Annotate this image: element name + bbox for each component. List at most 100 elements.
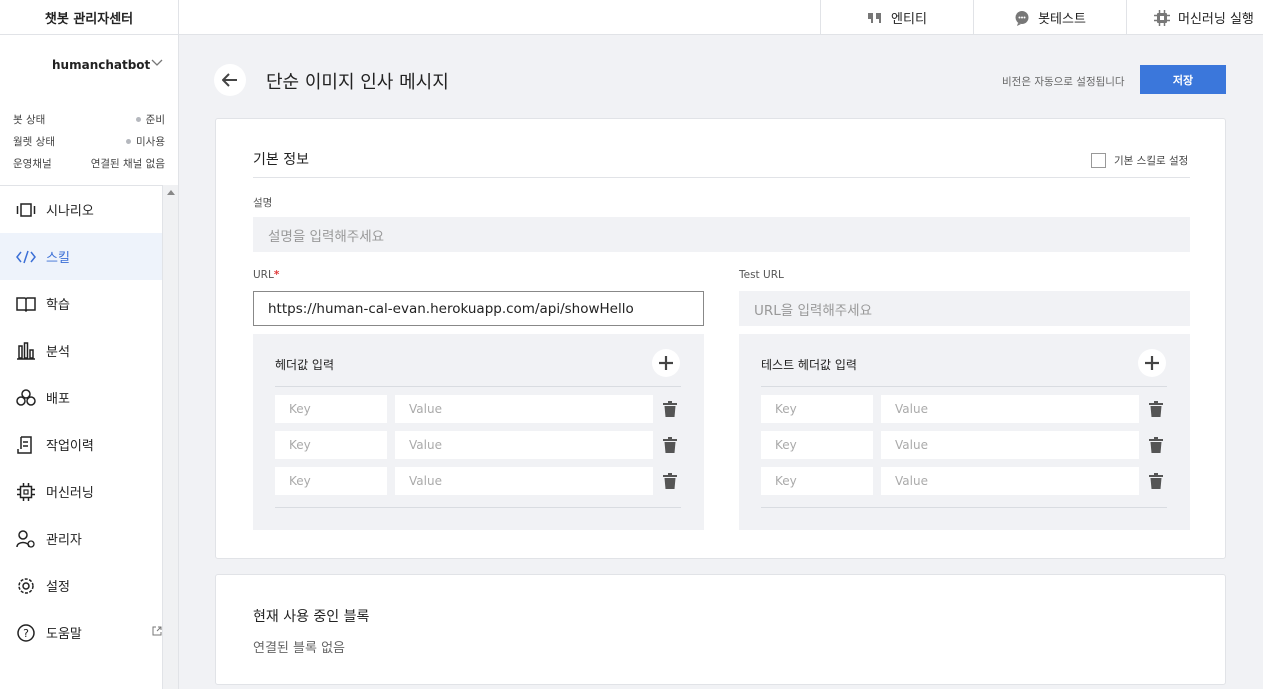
sidebar-item-label: 스킬 bbox=[46, 251, 70, 266]
sidebar-item-label: 학습 bbox=[46, 298, 70, 313]
sidebar-scrollbar[interactable] bbox=[162, 185, 178, 689]
trash-icon[interactable] bbox=[663, 401, 677, 417]
status-value: 준비 bbox=[135, 112, 165, 127]
header-values-title: 헤더값 입력 bbox=[275, 358, 335, 372]
used-blocks-title: 현재 사용 중인 블록 bbox=[253, 609, 370, 625]
test-header-value-input[interactable]: Value bbox=[881, 395, 1139, 423]
bot-name: humanchatbot bbox=[52, 58, 151, 72]
entity-button[interactable]: 엔티티 bbox=[820, 0, 973, 35]
header-row: Key Value bbox=[275, 395, 695, 423]
test-url-label: Test URL bbox=[739, 269, 784, 281]
test-header-row: Key Value bbox=[761, 395, 1181, 423]
test-header-key-input[interactable]: Key bbox=[761, 467, 873, 495]
history-icon bbox=[16, 435, 36, 455]
bot-selector[interactable]: humanchatbot bbox=[0, 35, 179, 95]
trash-icon[interactable] bbox=[1149, 473, 1163, 489]
sidebar-item-label: 설정 bbox=[46, 580, 70, 595]
used-blocks-card: 현재 사용 중인 블록 연결된 블록 없음 bbox=[215, 574, 1226, 685]
default-skill-checkbox[interactable] bbox=[1091, 153, 1106, 168]
save-button[interactable]: 저장 bbox=[1140, 65, 1226, 94]
header-value-input[interactable]: Value bbox=[395, 431, 653, 459]
bot-status-row: 봇 상태 준비 bbox=[0, 109, 179, 131]
sidebar-item-label: 시나리오 bbox=[46, 204, 94, 219]
sidebar-item-deploy[interactable]: 배포 bbox=[0, 374, 162, 421]
header-key-input[interactable]: Key bbox=[275, 467, 387, 495]
wallet-status-row: 월렛 상태 미사용 bbox=[0, 131, 179, 153]
divider bbox=[275, 386, 681, 387]
chevron-down-icon bbox=[151, 59, 163, 66]
sidebar-item-admin[interactable]: 관리자 bbox=[0, 515, 162, 562]
code-icon bbox=[16, 247, 36, 267]
sidebar-item-analysis[interactable]: 분석 bbox=[0, 327, 162, 374]
sidebar-item-learning[interactable]: 학습 bbox=[0, 280, 162, 327]
basic-info-card: 기본 정보 기본 스킬로 설정 설명 설명을 입력해주세요 URL* https… bbox=[215, 118, 1226, 559]
back-button[interactable] bbox=[214, 64, 246, 96]
sidebar-item-history[interactable]: 작업이력 bbox=[0, 421, 162, 468]
page-title: 단순 이미지 인사 메시지 bbox=[266, 72, 449, 93]
sidebar-item-skill[interactable]: 스킬 bbox=[0, 233, 162, 280]
status-dot bbox=[126, 139, 132, 144]
ml-run-button[interactable]: 머신러닝 실행 bbox=[1126, 0, 1263, 35]
test-url-input[interactable]: URL을 입력해주세요 bbox=[739, 291, 1190, 326]
section-title: 기본 정보 bbox=[253, 152, 309, 168]
sidebar-item-label: 분석 bbox=[46, 345, 70, 360]
sidebar-item-help[interactable]: ? 도움말 bbox=[0, 609, 162, 656]
divider bbox=[253, 177, 1190, 178]
header-value-input[interactable]: Value bbox=[395, 395, 653, 423]
header-row: Key Value bbox=[275, 467, 695, 495]
used-blocks-empty: 연결된 블록 없음 bbox=[253, 641, 345, 656]
bot-test-button[interactable]: 봇테스트 bbox=[973, 0, 1126, 35]
trash-icon[interactable] bbox=[1149, 401, 1163, 417]
arrow-left-icon bbox=[222, 73, 237, 87]
chip-icon bbox=[16, 482, 36, 502]
top-nav: 엔티티 봇테스트 머신러닝 실행 bbox=[820, 0, 1263, 35]
test-header-values-title: 테스트 헤더값 입력 bbox=[761, 358, 857, 372]
add-header-button[interactable] bbox=[652, 349, 680, 377]
sidebar-item-ml[interactable]: 머신러닝 bbox=[0, 468, 162, 515]
test-header-value-input[interactable]: Value bbox=[881, 431, 1139, 459]
test-header-key-input[interactable]: Key bbox=[761, 395, 873, 423]
chat-bubble-icon bbox=[1015, 10, 1029, 26]
test-header-row: Key Value bbox=[761, 431, 1181, 459]
sidebar-item-label: 관리자 bbox=[46, 533, 82, 548]
sidebar-item-label: 작업이력 bbox=[46, 439, 94, 454]
status-key: 월렛 상태 bbox=[13, 136, 55, 148]
test-header-values-box: 테스트 헤더값 입력 Key Value Key Value Key Value bbox=[739, 334, 1190, 530]
status-key: 운영채널 bbox=[13, 158, 52, 170]
test-header-key-input[interactable]: Key bbox=[761, 431, 873, 459]
entity-label: 엔티티 bbox=[891, 12, 927, 27]
quote-icon bbox=[868, 12, 882, 23]
trash-icon[interactable] bbox=[1149, 437, 1163, 453]
test-header-row: Key Value bbox=[761, 467, 1181, 495]
external-link-icon bbox=[152, 626, 162, 636]
status-key: 봇 상태 bbox=[13, 114, 46, 126]
header-value-input[interactable]: Value bbox=[395, 467, 653, 495]
add-test-header-button[interactable] bbox=[1138, 349, 1166, 377]
trash-icon[interactable] bbox=[663, 473, 677, 489]
divider bbox=[761, 386, 1167, 387]
channel-status-row: 운영채널 연결된 채널 없음 bbox=[0, 153, 179, 175]
header-key-input[interactable]: Key bbox=[275, 431, 387, 459]
sidebar-item-scenario[interactable]: 시나리오 bbox=[0, 186, 162, 233]
test-header-value-input[interactable]: Value bbox=[881, 467, 1139, 495]
default-skill-label: 기본 스킬로 설정 bbox=[1114, 155, 1189, 167]
status-value: 미사용 bbox=[126, 134, 165, 149]
bar-chart-icon bbox=[16, 341, 36, 361]
brand-title[interactable]: 챗봇 관리자센터 bbox=[0, 0, 179, 35]
sidebar-item-settings[interactable]: 설정 bbox=[0, 562, 162, 609]
scroll-up-arrow[interactable] bbox=[167, 190, 175, 195]
trash-icon[interactable] bbox=[663, 437, 677, 453]
description-input[interactable]: 설명을 입력해주세요 bbox=[253, 217, 1190, 252]
scenario-icon bbox=[16, 200, 36, 220]
gear-icon bbox=[16, 576, 36, 596]
admin-icon bbox=[16, 529, 36, 549]
status-value-text: 준비 bbox=[145, 114, 165, 126]
status-list: 봇 상태 준비 월렛 상태 미사용 운영채널 연결된 채널 없음 bbox=[0, 109, 179, 175]
header-key-input[interactable]: Key bbox=[275, 395, 387, 423]
url-label-text: URL bbox=[253, 269, 274, 281]
url-input[interactable]: https://human-cal-evan.herokuapp.com/api… bbox=[253, 291, 704, 326]
description-label: 설명 bbox=[253, 197, 273, 209]
book-icon bbox=[16, 294, 36, 314]
plus-icon bbox=[659, 356, 673, 370]
default-skill-toggle[interactable]: 기본 스킬로 설정 bbox=[1091, 153, 1188, 168]
